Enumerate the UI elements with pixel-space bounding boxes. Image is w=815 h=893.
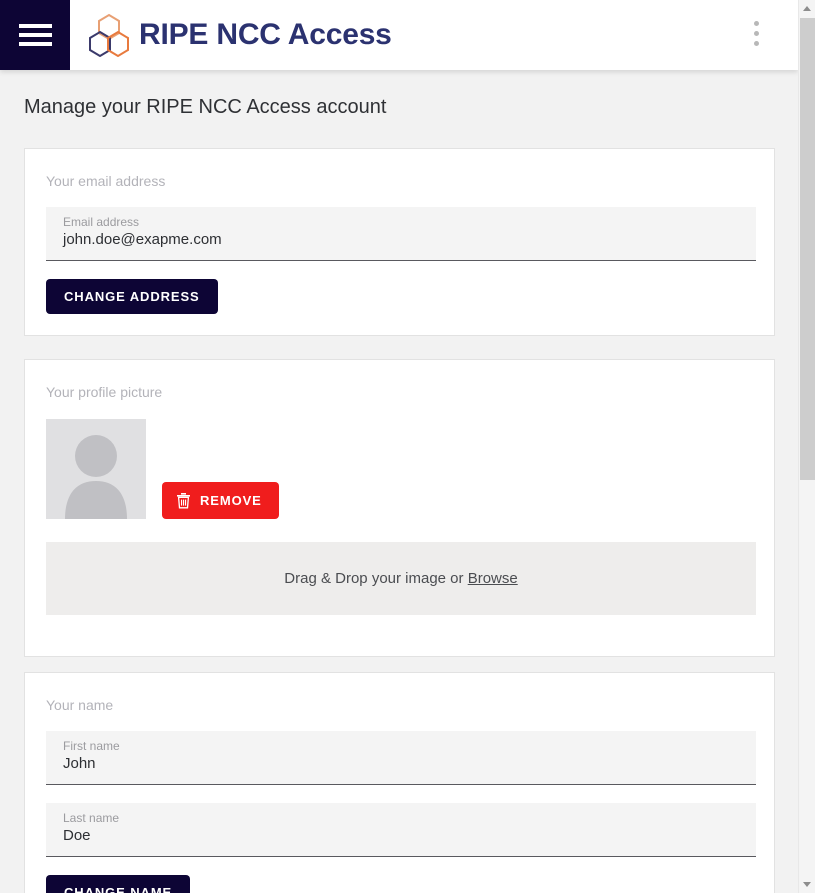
profile-picture-section-label: Your profile picture: [46, 384, 163, 400]
first-name-field-value: John: [63, 755, 96, 772]
name-section-label: Your name: [46, 697, 114, 713]
scroll-down-button[interactable]: [799, 876, 815, 893]
chevron-down-icon: [803, 882, 811, 887]
last-name-field-label: Last name: [63, 811, 120, 825]
dropzone-instruction: Drag & Drop your image or: [284, 570, 468, 587]
email-section-card: Your email address Email address john.do…: [24, 148, 775, 336]
app-header: RIPE NCC Access: [0, 0, 798, 70]
last-name-field[interactable]: Last name Doe: [46, 803, 756, 857]
dropzone-text: Drag & Drop your image or Browse: [284, 570, 517, 587]
page-content: Manage your RIPE NCC Access account Your…: [0, 70, 798, 893]
brand-title: RIPE NCC Access: [139, 18, 392, 51]
last-name-field-value: Doe: [63, 827, 91, 844]
email-field-label: Email address: [63, 215, 140, 229]
kebab-menu-icon[interactable]: [750, 21, 762, 51]
email-field-value: john.doe@exapme.com: [63, 231, 222, 248]
profile-picture-section-card: Your profile picture REMOVE Drag & Drop …: [24, 359, 775, 657]
brand-home-link[interactable]: RIPE NCC Access: [88, 0, 392, 70]
scroll-up-button[interactable]: [799, 0, 815, 17]
ripe-hexagons-logo: [89, 13, 129, 57]
name-section-card: Your name First name John Last name Doe …: [24, 672, 775, 893]
remove-picture-button-label: REMOVE: [200, 493, 262, 508]
profile-avatar-image: [46, 419, 146, 519]
page-title: Manage your RIPE NCC Access account: [24, 96, 387, 118]
chevron-up-icon: [803, 6, 811, 11]
trash-icon: [177, 493, 190, 509]
remove-picture-button[interactable]: REMOVE: [162, 482, 279, 519]
first-name-field-label: First name: [63, 739, 120, 753]
vertical-scrollbar[interactable]: [798, 0, 815, 893]
hamburger-icon: [19, 24, 52, 46]
first-name-field[interactable]: First name John: [46, 731, 756, 785]
scrollbar-thumb[interactable]: [800, 18, 815, 480]
image-dropzone[interactable]: Drag & Drop your image or Browse: [46, 542, 756, 615]
email-field[interactable]: Email address john.doe@exapme.com: [46, 207, 756, 261]
person-placeholder-avatar-icon: [65, 435, 127, 519]
menu-toggle-button[interactable]: [0, 0, 70, 70]
change-address-button[interactable]: CHANGE ADDRESS: [46, 279, 218, 314]
email-section-label: Your email address: [46, 173, 166, 189]
change-name-button[interactable]: CHANGE NAME: [46, 875, 191, 893]
browser-viewport: RIPE NCC Access Manage your RIPE NCC Acc…: [0, 0, 798, 893]
browse-link[interactable]: Browse: [468, 570, 518, 587]
